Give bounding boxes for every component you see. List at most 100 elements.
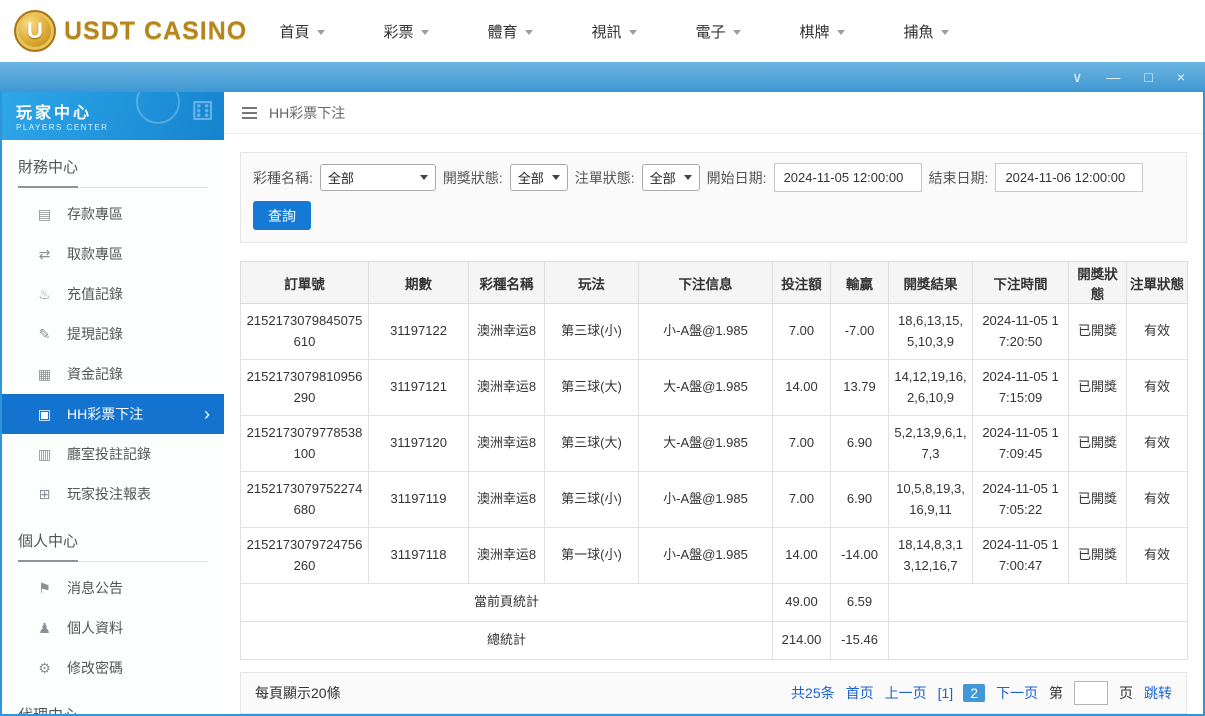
table-cell: 澳洲幸运8: [469, 416, 545, 472]
sidebar-item-label: HH彩票下注: [67, 404, 143, 424]
chevron-down-icon: [629, 30, 637, 35]
table-cell: 7.00: [773, 472, 831, 528]
start-date-input[interactable]: [774, 163, 922, 192]
table-cell: 2024-11-05 17:00:47: [973, 528, 1069, 584]
table-body: 215217307984507561031197122澳洲幸运8第三球(小)小-…: [241, 304, 1188, 660]
summary-row: 當前頁統計49.006.59: [241, 584, 1188, 622]
end-date-label: 結束日期:: [929, 168, 989, 188]
column-header: 注單狀態: [1127, 262, 1188, 304]
jump-button[interactable]: 跳转: [1144, 683, 1172, 703]
page-link[interactable]: [1]: [938, 685, 954, 701]
sidebar-sections: 財務中心 ▤ 存款專區 › ⇄ 取款專區 › ♨ 充值記錄 › ✎ 提現記錄 ›…: [2, 156, 224, 714]
table-cell: 2024-11-05 17:05:22: [973, 472, 1069, 528]
table-cell: 7.00: [773, 304, 831, 360]
nav-item[interactable]: 視訊: [562, 21, 666, 42]
table-cell: 有效: [1127, 304, 1188, 360]
table-cell: 31197119: [369, 472, 469, 528]
next-page-link[interactable]: 下一页: [996, 683, 1038, 703]
page-jump-input[interactable]: [1074, 681, 1108, 705]
window-maximize-icon[interactable]: □: [1144, 70, 1152, 84]
page-links: [1]2: [938, 684, 985, 702]
lottery-bets-icon: ▣: [36, 406, 53, 423]
table-header-row: 訂單號期數彩種名稱玩法下注信息投注額輸贏開獎結果下注時間開獎狀態注單狀態: [241, 262, 1188, 304]
lottery-name-label: 彩種名稱:: [253, 168, 313, 188]
logo[interactable]: U USDT CASINO: [14, 10, 250, 52]
sidebar-item-funds-record[interactable]: ▦ 資金記錄 ›: [2, 354, 224, 394]
table-cell: 31197121: [369, 360, 469, 416]
draw-status-select[interactable]: 全部: [510, 164, 568, 191]
sidebar-subtitle: PLAYERS CENTER: [16, 123, 210, 132]
table-cell: 已開獎: [1069, 528, 1127, 584]
table-cell: 小-A盤@1.985: [639, 472, 773, 528]
table-cell: 小-A盤@1.985: [639, 528, 773, 584]
jump-prefix-label: 第: [1049, 683, 1063, 703]
sidebar-item-player-bet-report[interactable]: ⊞ 玩家投注報表 ›: [2, 474, 224, 514]
table-cell: 大-A盤@1.985: [639, 360, 773, 416]
column-header: 期數: [369, 262, 469, 304]
sidebar-item-profile[interactable]: ♟ 個人資料 ›: [2, 608, 224, 648]
window-chevron-down-icon[interactable]: ∨: [1072, 70, 1082, 84]
sidebar-item-recharge-record[interactable]: ♨ 充值記錄 ›: [2, 274, 224, 314]
summary-label: 總統計: [241, 622, 773, 660]
sidebar-item-cashout-record[interactable]: ✎ 提現記錄 ›: [2, 314, 224, 354]
sidebar-item-label: 消息公告: [67, 578, 123, 598]
user-icon: ♟: [36, 620, 53, 637]
summary-bet-total: 214.00: [773, 622, 831, 660]
table-row: 215217307972475626031197118澳洲幸运8第一球(小)小-…: [241, 528, 1188, 584]
search-button[interactable]: 查詢: [253, 201, 311, 230]
chevron-down-icon: [525, 30, 533, 35]
sidebar-section-title: 個人中心: [18, 530, 208, 562]
table-cell: 31197120: [369, 416, 469, 472]
pager: 共25条 首页 上一页 [1]2 下一页 第 页 跳转: [791, 681, 1172, 705]
nav-item[interactable]: 捕魚: [874, 21, 978, 42]
recharge-record-icon: ♨: [36, 286, 53, 303]
chevron-down-icon: [552, 175, 560, 180]
table-cell: 已開獎: [1069, 472, 1127, 528]
sidebar-item-change-password[interactable]: ⚙ 修改密碼 ›: [2, 648, 224, 688]
summary-winloss-total: -15.46: [831, 622, 889, 660]
sidebar-section: 代理中心: [2, 704, 224, 714]
main-content: HH彩票下注 彩種名稱: 全部 開獎狀態: 全部 注單狀態:: [224, 92, 1203, 714]
player-bet-report-icon: ⊞: [36, 486, 53, 503]
table-cell: 已開獎: [1069, 304, 1127, 360]
summary-label: 當前頁統計: [241, 584, 773, 622]
nav-item[interactable]: 體育: [458, 21, 562, 42]
table-cell: 2152173079752274680: [241, 472, 369, 528]
summary-empty: [889, 584, 1188, 622]
sidebar-item-hh-lottery-bets[interactable]: ▣ HH彩票下注 ›: [2, 394, 224, 434]
nav-item[interactable]: 首頁: [250, 21, 354, 42]
table-cell: 澳洲幸运8: [469, 528, 545, 584]
dice-icon: ⚅: [191, 96, 214, 127]
sidebar-item-deposit[interactable]: ▤ 存款專區 ›: [2, 194, 224, 234]
nav-item[interactable]: 電子: [666, 21, 770, 42]
nav-items: 首頁 彩票 體育 視訊 電子 棋牌 捕魚: [250, 21, 978, 42]
sidebar-item-label: 存款專區: [67, 204, 123, 224]
table-cell: 第三球(小): [545, 304, 639, 360]
deposit-icon: ▤: [36, 206, 53, 223]
first-page-link[interactable]: 首页: [846, 683, 874, 703]
sidebar-item-announcements[interactable]: ⚑ 消息公告 ›: [2, 568, 224, 608]
sidebar-item-hall-bet-record[interactable]: ▥ 廳室投註記錄 ›: [2, 434, 224, 474]
start-date-label: 開始日期:: [707, 168, 767, 188]
hamburger-menu-icon[interactable]: [242, 104, 257, 122]
window-close-icon[interactable]: ×: [1177, 70, 1185, 84]
table-cell: 2024-11-05 17:20:50: [973, 304, 1069, 360]
sidebar-item-withdraw[interactable]: ⇄ 取款專區 ›: [2, 234, 224, 274]
nav-item-label: 彩票: [383, 21, 413, 42]
window-minimize-icon[interactable]: —: [1106, 70, 1120, 84]
table-cell: 6.90: [831, 416, 889, 472]
nav-item[interactable]: 棋牌: [770, 21, 874, 42]
sidebar-title: 玩家中心: [16, 99, 210, 123]
nav-item[interactable]: 彩票: [354, 21, 458, 42]
column-header: 彩種名稱: [469, 262, 545, 304]
end-date-input[interactable]: [995, 163, 1143, 192]
breadcrumb: HH彩票下注: [224, 92, 1203, 134]
bets-table-wrap: 訂單號期數彩種名稱玩法下注信息投注額輸贏開獎結果下注時間開獎狀態注單狀態 215…: [240, 261, 1187, 660]
coin-logo-icon: U: [14, 10, 56, 52]
order-status-select[interactable]: 全部: [642, 164, 700, 191]
lottery-name-select[interactable]: 全部: [320, 164, 436, 191]
table-cell: 已開獎: [1069, 416, 1127, 472]
table-cell: 有效: [1127, 416, 1188, 472]
order-status-label: 注單狀態:: [575, 168, 635, 188]
prev-page-link[interactable]: 上一页: [885, 683, 927, 703]
